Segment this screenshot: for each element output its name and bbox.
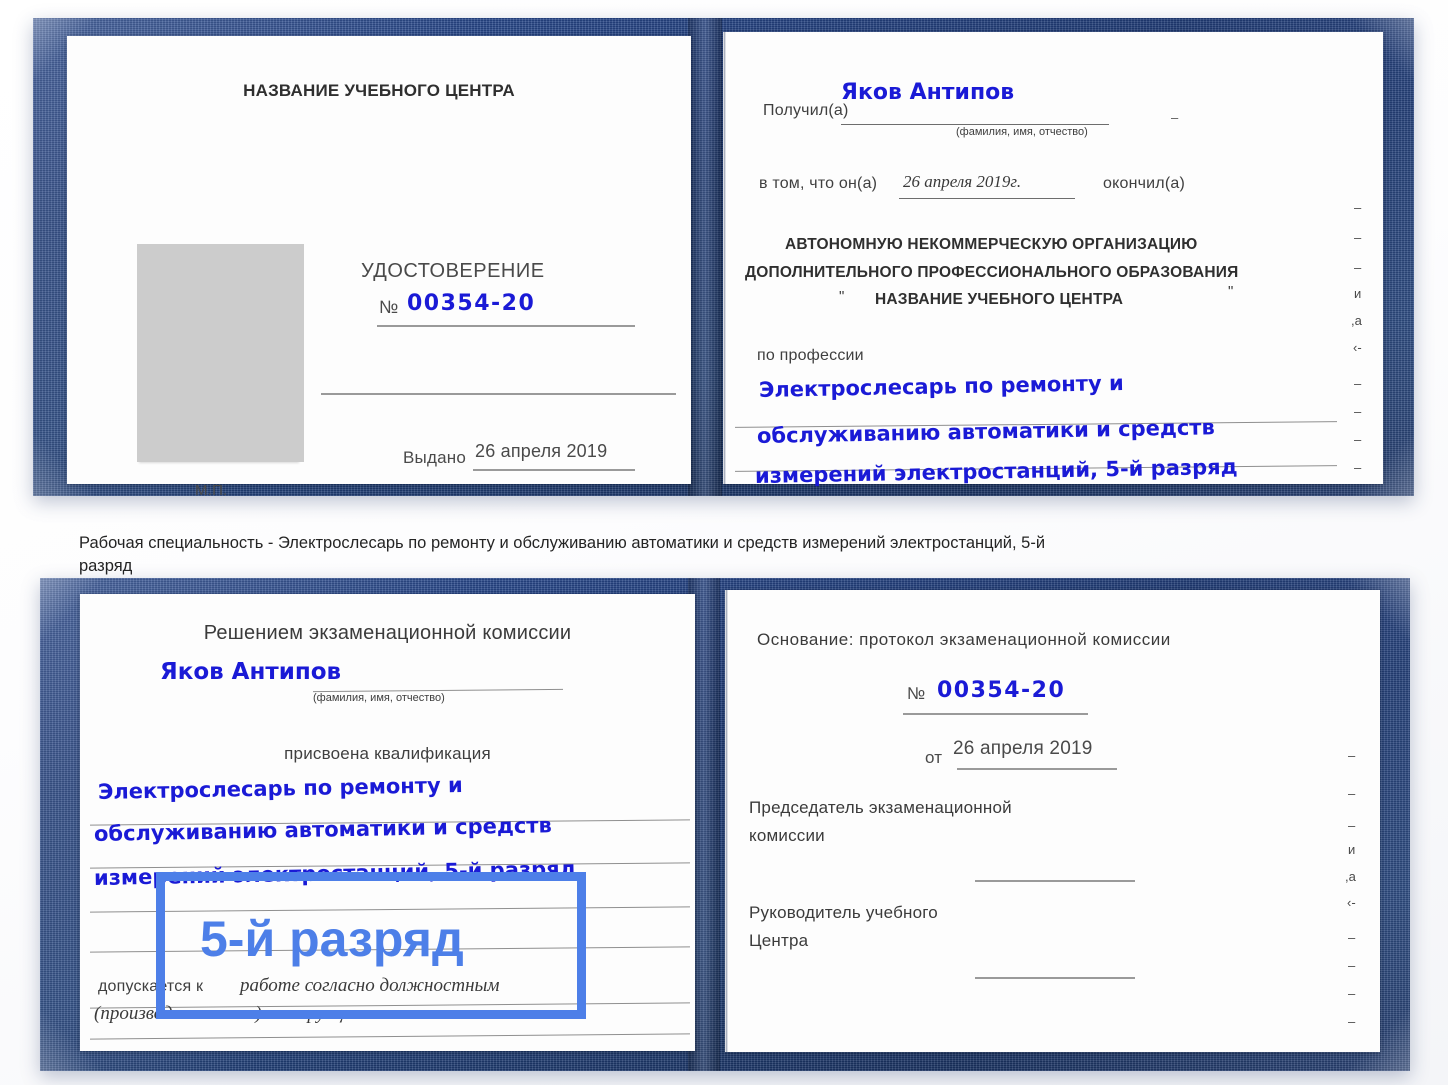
bottom-name-value: Яков Антипов <box>160 659 342 685</box>
edge-fragment: – <box>1354 376 1362 391</box>
qualification-assigned-label: присвоена квалификация <box>284 744 491 763</box>
image-caption: Рабочая специальность - Электрослесарь п… <box>79 534 1046 575</box>
edge-fragment: – <box>1348 958 1356 973</box>
received-value: Яков Антипов <box>841 80 1015 105</box>
edge-fragment: – <box>1354 460 1362 475</box>
top-right-sheet <box>723 32 1383 484</box>
certificate-number-value: 00354-20 <box>407 291 536 316</box>
edge-fragment: – <box>1348 1014 1356 1029</box>
received-label: Получил(а) <box>763 102 849 119</box>
basis-label: Основание: протокол экзаменационной коми… <box>757 630 1171 649</box>
screenshot-canvas: НАЗВАНИЕ УЧЕБНОГО ЦЕНТРА УДОСТОВЕРЕНИЕ №… <box>0 0 1448 1085</box>
edge-fragment: – <box>1354 200 1362 215</box>
edge-fragment: – <box>1354 260 1362 275</box>
training-center-title-top-left: НАЗВАНИЕ УЧЕБНОГО ЦЕНТРА <box>243 81 515 100</box>
edge-fragment: ‹- <box>1347 895 1356 910</box>
edge-fragment: ,а <box>1351 313 1362 328</box>
edge-fragment: – <box>1348 986 1356 1001</box>
bottom-right-sheet <box>725 590 1380 1052</box>
that-date-value: 26 апреля 2019г. <box>903 172 1022 191</box>
protocol-date-label: от <box>925 748 943 767</box>
org-line-2: ДОПОЛНИТЕЛЬНОГО ПРОФЕССИОНАЛЬНОГО ОБРАЗО… <box>745 264 1239 281</box>
edge-fragment: – <box>1354 432 1362 447</box>
certificate-title: УДОСТОВЕРЕНИЕ <box>361 260 545 282</box>
edge-fragment: – <box>1348 748 1356 763</box>
issued-value: 26 апреля 2019 <box>475 441 608 461</box>
org-quote-close: " <box>1228 283 1234 300</box>
protocol-date-rule <box>957 768 1117 770</box>
chairman-label-line-2: комиссии <box>749 826 825 845</box>
edge-fragment: – <box>1354 230 1362 245</box>
certificate-top-spread: НАЗВАНИЕ УЧЕБНОГО ЦЕНТРА УДОСТОВЕРЕНИЕ №… <box>33 18 1414 499</box>
edge-fragment: – <box>1348 930 1356 945</box>
protocol-number-value: 00354-20 <box>937 678 1066 703</box>
head-label-line-2: Центра <box>749 931 809 950</box>
protocol-number-rule <box>903 713 1088 715</box>
org-quote-open: " <box>839 288 845 305</box>
chairman-label-line-1: Председатель экзаменационной <box>749 798 1012 817</box>
issued-rule <box>473 469 635 471</box>
name-hint-top: (фамилия, имя, отчество) <box>956 126 1088 138</box>
bottom-right-gutter <box>725 590 728 1052</box>
certificate-spine-top <box>688 18 722 496</box>
finished-label: окончил(а) <box>1103 175 1185 192</box>
profession-label: по профессии <box>757 347 864 364</box>
head-label-line-1: Руководитель учебного <box>749 903 938 922</box>
stamp-place-label: М.П. <box>195 482 228 499</box>
blank-rule-top-left <box>321 393 676 395</box>
edge-fragment: – <box>1348 786 1356 801</box>
bottom-right-page: Основание: протокол экзаменационной коми… <box>725 590 1380 1052</box>
top-right-page: Получил(а) Яков Антипов (фамилия, имя, о… <box>723 32 1383 488</box>
that-date-rule <box>899 198 1075 199</box>
photo-placeholder <box>137 244 304 462</box>
that-label: в том, что он(а) <box>759 175 878 192</box>
received-edge-dash: – <box>1171 110 1179 125</box>
edge-fragment: ‹- <box>1353 340 1362 355</box>
protocol-number-symbol: № <box>907 684 926 703</box>
edge-fragment: и <box>1354 286 1362 301</box>
top-left-page: НАЗВАНИЕ УЧЕБНОГО ЦЕНТРА УДОСТОВЕРЕНИЕ №… <box>67 36 691 499</box>
certificate-number-symbol: № <box>379 297 399 317</box>
commission-decision-heading: Решением экзаменационной комиссии <box>203 622 572 644</box>
org-name: НАЗВАНИЕ УЧЕБНОГО ЦЕНТРА <box>875 291 1124 308</box>
edge-fragment: и <box>1348 842 1356 857</box>
protocol-date-value: 26 апреля 2019 <box>953 738 1093 759</box>
issued-label: Выдано <box>403 448 466 467</box>
certificate-number-rule <box>377 325 635 327</box>
edge-fragment: – <box>1348 818 1356 833</box>
head-signature-rule <box>975 977 1135 979</box>
edge-fragment: – <box>1354 404 1362 419</box>
chairman-signature-rule <box>975 880 1135 882</box>
org-line-1: АВТОНОМНУЮ НЕКОММЕРЧЕСКУЮ ОРГАНИЗАЦИЮ <box>785 236 1198 253</box>
name-hint-bottom: (фамилия, имя, отчество) <box>313 692 445 704</box>
top-right-gutter <box>723 32 726 484</box>
received-rule <box>841 124 1109 125</box>
edge-fragment: ,а <box>1345 869 1356 884</box>
annotation-label: 5-й разряд <box>200 911 464 967</box>
